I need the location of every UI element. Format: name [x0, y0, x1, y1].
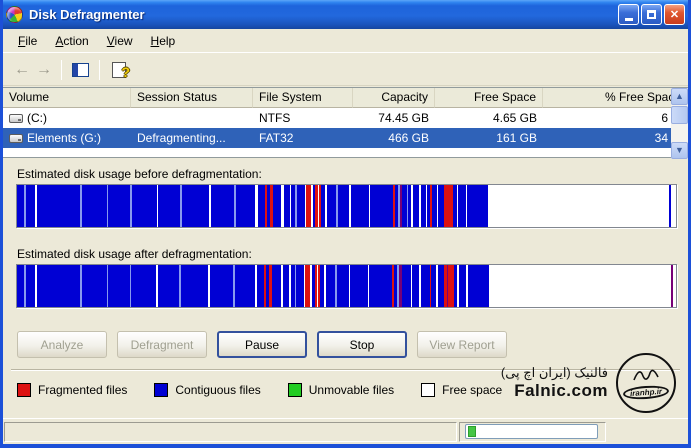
toolbar-separator: [99, 60, 100, 80]
list-scrollbar[interactable]: ▲ ▼: [671, 88, 688, 159]
window-title: Disk Defragmenter: [29, 7, 616, 22]
after-defrag-label: Estimated disk usage after defragmentati…: [17, 247, 252, 261]
contiguous-swatch: [154, 383, 168, 397]
defragmenter-disk-icon: [6, 6, 23, 23]
stamp-signature-icon: [631, 367, 661, 385]
legend-free-space: Free space: [421, 383, 502, 397]
toolbar: ← → ?: [3, 54, 688, 86]
legend: Fragmented files Contiguous files Unmova…: [17, 383, 529, 397]
defragment-button[interactable]: Defragment: [117, 331, 207, 358]
drive-icon: [9, 134, 23, 143]
legend-unmovable: Unmovable files: [288, 383, 394, 397]
unmovable-swatch: [288, 383, 302, 397]
table-row-elements-g-selected[interactable]: Elements (G:) Defragmenting... FAT32 466…: [3, 128, 688, 148]
console-tree-icon[interactable]: [72, 63, 89, 77]
minimize-button[interactable]: [618, 4, 639, 25]
watermark-text: فالنیک (ایران اچ پی) Falnic.com: [501, 365, 608, 401]
scrollbar-thumb[interactable]: [671, 106, 688, 124]
maximize-button[interactable]: [641, 4, 662, 25]
column-header-volume[interactable]: Volume: [3, 88, 131, 108]
defrag-progress-bar: [465, 424, 598, 439]
menu-action[interactable]: Action: [46, 31, 97, 51]
disk-defragmenter-window: Disk Defragmenter ✕ File Action View Hel…: [0, 0, 691, 448]
list-header: Volume Session Status File System Capaci…: [3, 88, 688, 108]
menu-view[interactable]: View: [98, 31, 142, 51]
status-panel: [4, 422, 457, 442]
column-header-free-space[interactable]: Free Space: [435, 88, 543, 108]
table-row-c-drive[interactable]: (C:) NTFS 74.45 GB 4.65 GB 6 %: [3, 108, 688, 128]
scroll-up-icon[interactable]: ▲: [671, 88, 688, 105]
stamp-site-text: iranhp.ir: [623, 384, 670, 400]
action-button-row: Analyze Defragment Pause Stop View Repor…: [17, 331, 507, 358]
maximize-icon: [647, 10, 656, 19]
column-header-session-status[interactable]: Session Status: [131, 88, 253, 108]
legend-contiguous: Contiguous files: [154, 383, 260, 397]
fragmented-swatch: [17, 383, 31, 397]
scroll-down-icon[interactable]: ▼: [671, 142, 688, 159]
close-button[interactable]: ✕: [664, 4, 685, 25]
forward-icon[interactable]: →: [33, 61, 55, 79]
view-report-button[interactable]: View Report: [417, 331, 507, 358]
status-bar: [3, 418, 688, 444]
watermark-stamp-logo: iranhp.ir: [616, 353, 676, 413]
usage-map-after: [16, 264, 677, 308]
column-header-capacity[interactable]: Capacity: [353, 88, 435, 108]
back-icon[interactable]: ←: [11, 61, 33, 79]
watermark-persian-text: فالنیک (ایران اچ پی): [501, 365, 608, 381]
before-defrag-label: Estimated disk usage before defragmentat…: [17, 167, 262, 181]
pause-button[interactable]: Pause: [217, 331, 307, 358]
analyze-button[interactable]: Analyze: [17, 331, 107, 358]
legend-fragmented: Fragmented files: [17, 383, 127, 397]
free-space-swatch: [421, 383, 435, 397]
stop-button[interactable]: Stop: [317, 331, 407, 358]
toolbar-separator: [61, 60, 62, 80]
menu-file[interactable]: File: [9, 31, 46, 51]
column-header-pct-free-space[interactable]: % Free Space: [543, 88, 688, 108]
usage-map-before: [16, 184, 677, 228]
close-icon: ✕: [670, 8, 679, 21]
volume-list: Volume Session Status File System Capaci…: [3, 87, 688, 158]
title-bar[interactable]: Disk Defragmenter ✕: [0, 0, 691, 29]
menu-help[interactable]: Help: [142, 31, 185, 51]
column-header-file-system[interactable]: File System: [253, 88, 353, 108]
drive-icon: [9, 114, 23, 123]
menu-bar: File Action View Help: [3, 29, 688, 53]
watermark: فالنیک (ایران اچ پی) Falnic.com iranhp.i…: [501, 353, 676, 413]
watermark-site-text: Falnic.com: [501, 381, 608, 401]
progress-panel: [459, 422, 606, 442]
minimize-icon: [625, 18, 633, 21]
help-icon[interactable]: ?: [112, 62, 126, 78]
